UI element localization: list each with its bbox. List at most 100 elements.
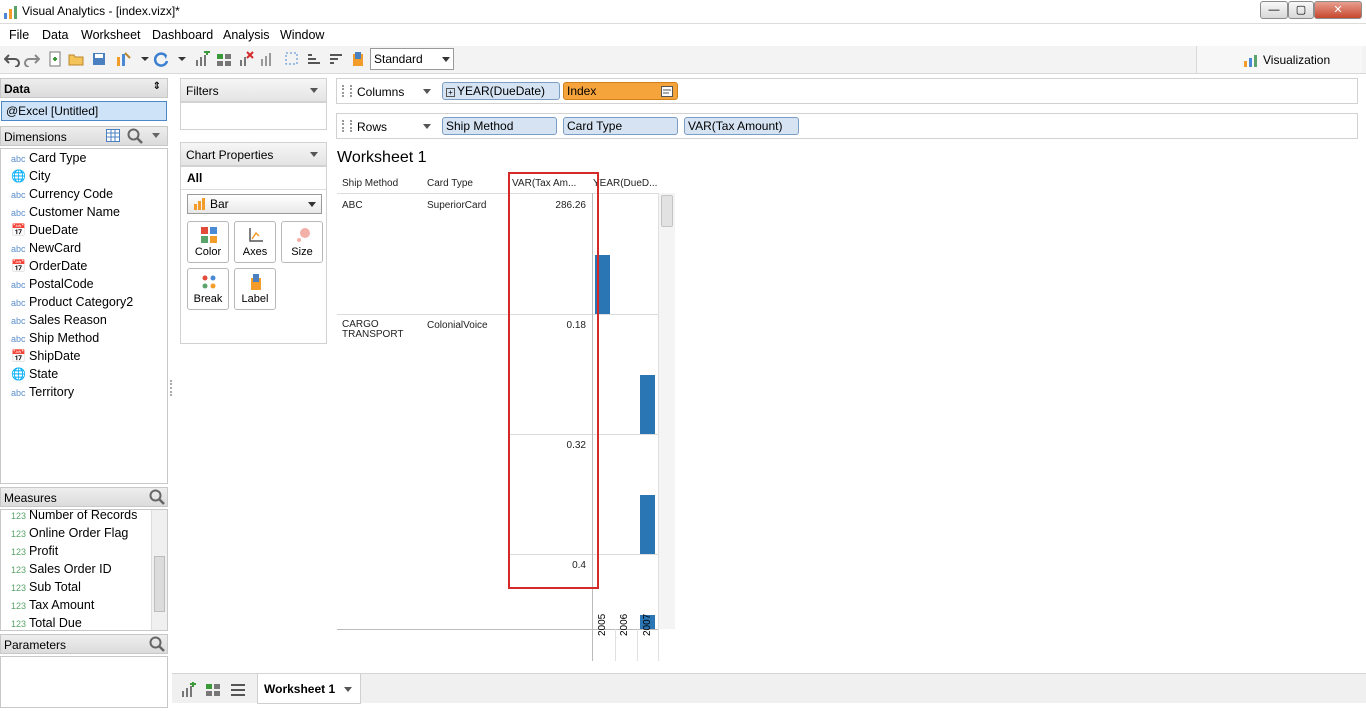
dimension-ship-method[interactable]: abc Ship Method xyxy=(11,331,99,345)
color-button[interactable]: Color xyxy=(187,221,229,263)
pane-splitter[interactable] xyxy=(170,380,174,396)
bar-cargo-colonialvoice-2007[interactable] xyxy=(640,375,655,434)
new-worksheet-icon[interactable] xyxy=(194,51,210,67)
marks-scope-tab[interactable]: All xyxy=(187,171,202,185)
pill-card-type[interactable]: Card Type xyxy=(563,117,678,135)
measure-sales-order-id[interactable]: 123 Sales Order ID xyxy=(11,562,112,576)
header-card-type[interactable]: Card Type xyxy=(427,178,473,189)
rows-shelf[interactable]: Rows Ship Method Card Type VAR(Tax Amoun… xyxy=(336,113,1358,139)
scrollbar-thumb[interactable] xyxy=(154,556,165,612)
swap-icon[interactable] xyxy=(259,51,275,67)
filters-shelf[interactable] xyxy=(180,102,327,130)
break-button[interactable]: Break xyxy=(187,268,229,310)
chevron-down-icon[interactable] xyxy=(423,89,431,94)
measure-tax-amount[interactable]: 123 Tax Amount xyxy=(11,598,94,612)
search-icon[interactable] xyxy=(149,636,165,652)
dimension-city[interactable]: 🌐 City xyxy=(11,169,51,183)
cell-ship-method[interactable]: CARGO TRANSPORT xyxy=(342,320,404,340)
cell-card-type[interactable]: ColonialVoice xyxy=(427,320,488,331)
select-icon[interactable] xyxy=(284,51,300,67)
bar-cargo-colonialvoice-2007[interactable] xyxy=(640,495,655,554)
close-button[interactable]: ✕ xyxy=(1314,1,1362,19)
datasource-item[interactable]: @Excel [Untitled] xyxy=(1,101,167,121)
mark-type-value: Bar xyxy=(210,197,229,211)
minimize-button[interactable]: — xyxy=(1260,1,1288,19)
label-button[interactable]: Label xyxy=(234,268,276,310)
measure-number-of-records[interactable]: 123 Number of Records xyxy=(11,510,137,522)
chevron-down-icon[interactable] xyxy=(151,132,161,140)
menu-worksheet[interactable]: Worksheet xyxy=(81,28,141,42)
menu-analysis[interactable]: Analysis xyxy=(223,28,270,42)
search-icon[interactable] xyxy=(127,128,143,144)
menu-data[interactable]: Data xyxy=(42,28,68,42)
chevron-down-icon[interactable] xyxy=(174,51,190,67)
cell-card-type[interactable]: SuperiorCard xyxy=(427,200,486,211)
sort-ascending-icon[interactable] xyxy=(306,51,322,67)
menu-file[interactable]: File xyxy=(9,28,29,42)
dimension-orderdate[interactable]: 📅 OrderDate xyxy=(11,259,87,273)
dimension-territory[interactable]: abc Territory xyxy=(11,385,74,399)
dimension-sales-reason[interactable]: abc Sales Reason xyxy=(11,313,107,327)
refresh-icon[interactable] xyxy=(153,51,169,67)
measure-profit[interactable]: 123 Profit xyxy=(11,544,58,558)
redo-icon[interactable] xyxy=(24,51,40,67)
chevron-down-icon[interactable] xyxy=(423,124,431,129)
tab-worksheet-1[interactable]: Worksheet 1 xyxy=(257,674,361,704)
visualization-button[interactable]: Visualization xyxy=(1196,46,1362,73)
pill-ship-method[interactable]: Ship Method xyxy=(442,117,557,135)
new-dashboard-icon[interactable] xyxy=(205,682,221,698)
measure-sub-total[interactable]: 123 Sub Total xyxy=(11,580,81,594)
header-ship-method[interactable]: Ship Method xyxy=(342,178,398,189)
collapse-icon[interactable]: ⇕ xyxy=(153,81,161,92)
menu-dashboard[interactable]: Dashboard xyxy=(152,28,213,42)
pill-year-duedate[interactable]: + YEAR(DueDate) xyxy=(442,82,560,100)
chevron-down-icon[interactable] xyxy=(310,88,318,93)
text-type-icon: abc xyxy=(11,334,26,344)
chevron-down-icon[interactable] xyxy=(310,152,318,157)
dimension-customer-name[interactable]: abc Customer Name xyxy=(11,205,120,219)
table-view-icon[interactable] xyxy=(106,129,120,142)
clear-sheet-icon[interactable] xyxy=(238,51,254,67)
dimension-state[interactable]: 🌐 State xyxy=(11,367,58,381)
dimension-product-category2[interactable]: abc Product Category2 xyxy=(11,295,133,309)
label-marks-icon[interactable] xyxy=(350,51,366,67)
axes-button[interactable]: Axes xyxy=(234,221,276,263)
measure-total-due[interactable]: 123 Total Due xyxy=(11,616,82,630)
visualization-icon xyxy=(1244,55,1257,67)
new-dashboard-icon[interactable] xyxy=(216,51,232,67)
dimension-newcard[interactable]: abc NewCard xyxy=(11,241,81,255)
search-icon[interactable] xyxy=(149,489,165,505)
menu-window[interactable]: Window xyxy=(280,28,324,42)
size-button[interactable]: Size xyxy=(281,221,323,263)
columns-shelf[interactable]: Columns + YEAR(DueDate) Index xyxy=(336,78,1358,104)
new-worksheet-icon[interactable] xyxy=(180,682,196,698)
scrollbar-thumb[interactable] xyxy=(661,195,673,227)
open-folder-icon[interactable] xyxy=(68,51,84,67)
sheet-list-icon[interactable] xyxy=(230,682,246,698)
cell-ship-method[interactable]: ABC xyxy=(342,200,363,211)
expand-icon[interactable]: + xyxy=(446,88,455,97)
data-source-icon[interactable] xyxy=(115,51,131,67)
measure-label: Total Due xyxy=(29,616,82,630)
maximize-button[interactable]: ▢ xyxy=(1288,1,1314,19)
header-year-duedate[interactable]: YEAR(DueD... xyxy=(593,178,657,189)
dimension-duedate[interactable]: 📅 DueDate xyxy=(11,223,78,237)
measure-online-order-flag[interactable]: 123 Online Order Flag xyxy=(11,526,128,540)
save-icon[interactable] xyxy=(91,51,107,67)
visualization-label: Visualization xyxy=(1263,53,1331,67)
pill-index[interactable]: Index xyxy=(563,82,678,100)
new-file-icon[interactable] xyxy=(47,51,63,67)
dimension-postalcode[interactable]: abc PostalCode xyxy=(11,277,94,291)
dimension-currency-code[interactable]: abc Currency Code xyxy=(11,187,113,201)
chevron-down-icon[interactable] xyxy=(137,51,153,67)
undo-icon[interactable] xyxy=(4,51,20,67)
sort-descending-icon[interactable] xyxy=(328,51,344,67)
chevron-down-icon[interactable] xyxy=(344,687,352,692)
mark-type-select[interactable]: Bar xyxy=(187,194,322,214)
dimension-card-type[interactable]: abc Card Type xyxy=(11,151,86,165)
dimension-shipdate[interactable]: 📅 ShipDate xyxy=(11,349,80,363)
pill-var-tax-amount[interactable]: VAR(Tax Amount) xyxy=(684,117,799,135)
worksheet-scrollbar[interactable] xyxy=(659,193,675,629)
view-mode-select[interactable]: Standard xyxy=(370,48,454,70)
measures-scrollbar[interactable] xyxy=(151,510,167,630)
